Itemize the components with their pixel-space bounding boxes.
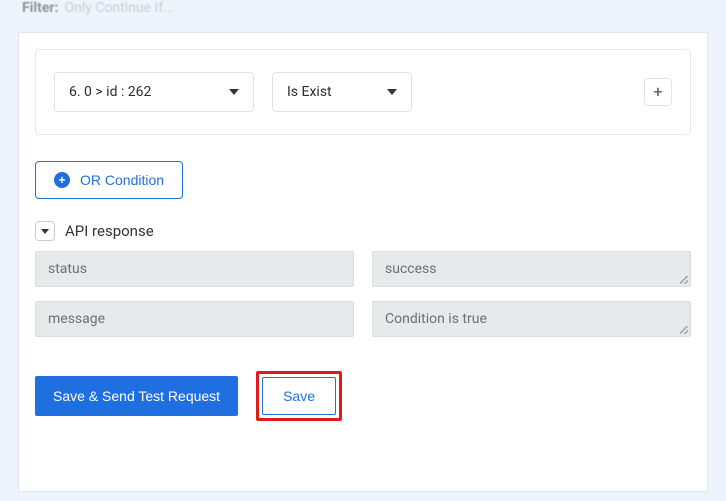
caret-down-icon xyxy=(229,89,239,95)
condition-row: 6. 0 > id : 262 Is Exist + xyxy=(35,49,691,135)
chevron-down-icon xyxy=(41,229,49,234)
condition-operator-value: Is Exist xyxy=(287,84,332,100)
response-key-text: message xyxy=(48,311,105,327)
api-response-title: API response xyxy=(65,222,154,240)
api-response-header: API response xyxy=(35,221,691,241)
action-buttons: Save & Send Test Request Save xyxy=(35,371,691,421)
add-condition-button[interactable]: + xyxy=(644,78,672,106)
plus-circle-icon: + xyxy=(54,172,70,188)
response-value-text: Condition is true xyxy=(385,311,487,327)
save-button-highlight: Save xyxy=(256,371,342,421)
save-button[interactable]: Save xyxy=(262,377,336,415)
collapse-toggle[interactable] xyxy=(35,221,55,241)
or-condition-label: OR Condition xyxy=(80,172,164,188)
api-response-grid: status success message Condition is true xyxy=(35,251,691,337)
condition-field-dropdown[interactable]: 6. 0 > id : 262 xyxy=(54,72,254,112)
condition-operator-dropdown[interactable]: Is Exist xyxy=(272,72,412,112)
filter-label: Filter: xyxy=(22,0,58,16)
filter-value: Only Continue If... xyxy=(64,0,174,16)
response-key-field[interactable]: message xyxy=(35,301,354,337)
condition-field-value: 6. 0 > id : 262 xyxy=(69,84,151,100)
response-value-field[interactable]: success xyxy=(372,251,691,287)
caret-down-icon xyxy=(387,89,397,95)
save-send-test-button[interactable]: Save & Send Test Request xyxy=(35,376,238,416)
or-condition-button[interactable]: + OR Condition xyxy=(35,161,183,199)
filter-card: 6. 0 > id : 262 Is Exist + + OR Conditio… xyxy=(18,32,708,492)
response-key-text: status xyxy=(48,261,87,277)
page-header: Filter: Only Continue If... xyxy=(0,0,726,24)
response-key-field[interactable]: status xyxy=(35,251,354,287)
response-value-text: success xyxy=(385,261,436,277)
response-value-field[interactable]: Condition is true xyxy=(372,301,691,337)
plus-icon: + xyxy=(653,84,662,100)
